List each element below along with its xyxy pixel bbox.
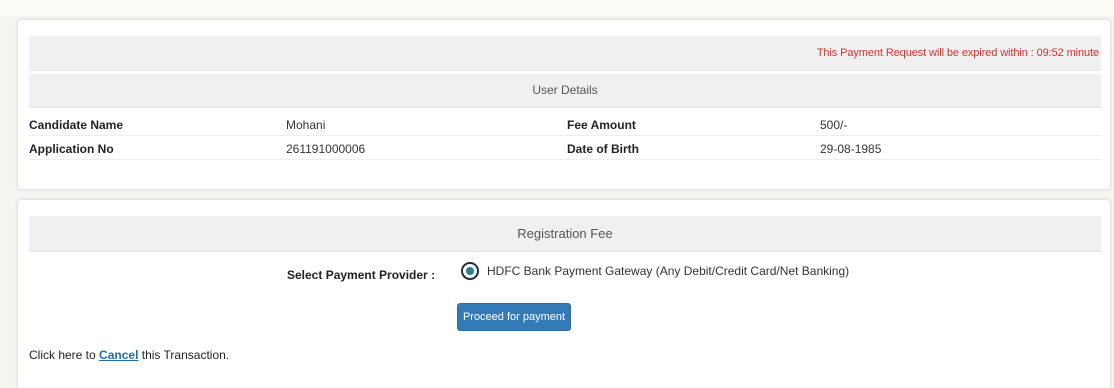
- cancel-suffix-text: this Transaction.: [141, 348, 230, 362]
- fee-amount-label: Fee Amount: [567, 118, 636, 132]
- date-of-birth-value: 29-08-1985: [820, 142, 882, 156]
- cancel-link[interactable]: Cancel: [99, 348, 138, 362]
- user-details-header: User Details: [29, 74, 1101, 108]
- candidate-name-label: Candidate Name: [29, 118, 124, 132]
- hdfc-provider-radio[interactable]: [461, 262, 479, 280]
- details-row-candidate: Candidate Name Mohani Fee Amount 500/-: [29, 116, 1101, 136]
- candidate-name-value: Mohani: [286, 118, 326, 132]
- top-strip: [0, 0, 1114, 16]
- cancel-transaction-line: Click here to Cancel this Transaction.: [29, 348, 229, 362]
- details-row-application: Application No 261191000006 Date of Birt…: [29, 140, 1101, 160]
- date-of-birth-label: Date of Birth: [567, 142, 639, 156]
- application-no-value: 261191000006: [286, 142, 366, 156]
- expiry-notice: This Payment Request will be expired wit…: [816, 47, 1099, 59]
- radio-selected-dot: [466, 267, 474, 275]
- expiry-bar: This Payment Request will be expired wit…: [29, 36, 1101, 71]
- payment-provider-row: Select Payment Provider : HDFC Bank Paym…: [18, 260, 1112, 286]
- hdfc-provider-option-label[interactable]: HDFC Bank Payment Gateway (Any Debit/Cre…: [487, 264, 849, 278]
- application-no-label: Application No: [29, 142, 114, 156]
- fee-amount-value: 500/-: [820, 118, 848, 132]
- payment-provider-label: Select Payment Provider :: [287, 268, 436, 282]
- registration-fee-header: Registration Fee: [29, 216, 1101, 252]
- registration-fee-panel: Registration Fee Select Payment Provider…: [17, 199, 1111, 388]
- cancel-prefix-text: Click here to: [29, 348, 96, 362]
- proceed-for-payment-button[interactable]: Proceed for payment: [457, 303, 571, 331]
- page-background: This Payment Request will be expired wit…: [0, 0, 1114, 388]
- user-details-panel: This Payment Request will be expired wit…: [17, 19, 1111, 190]
